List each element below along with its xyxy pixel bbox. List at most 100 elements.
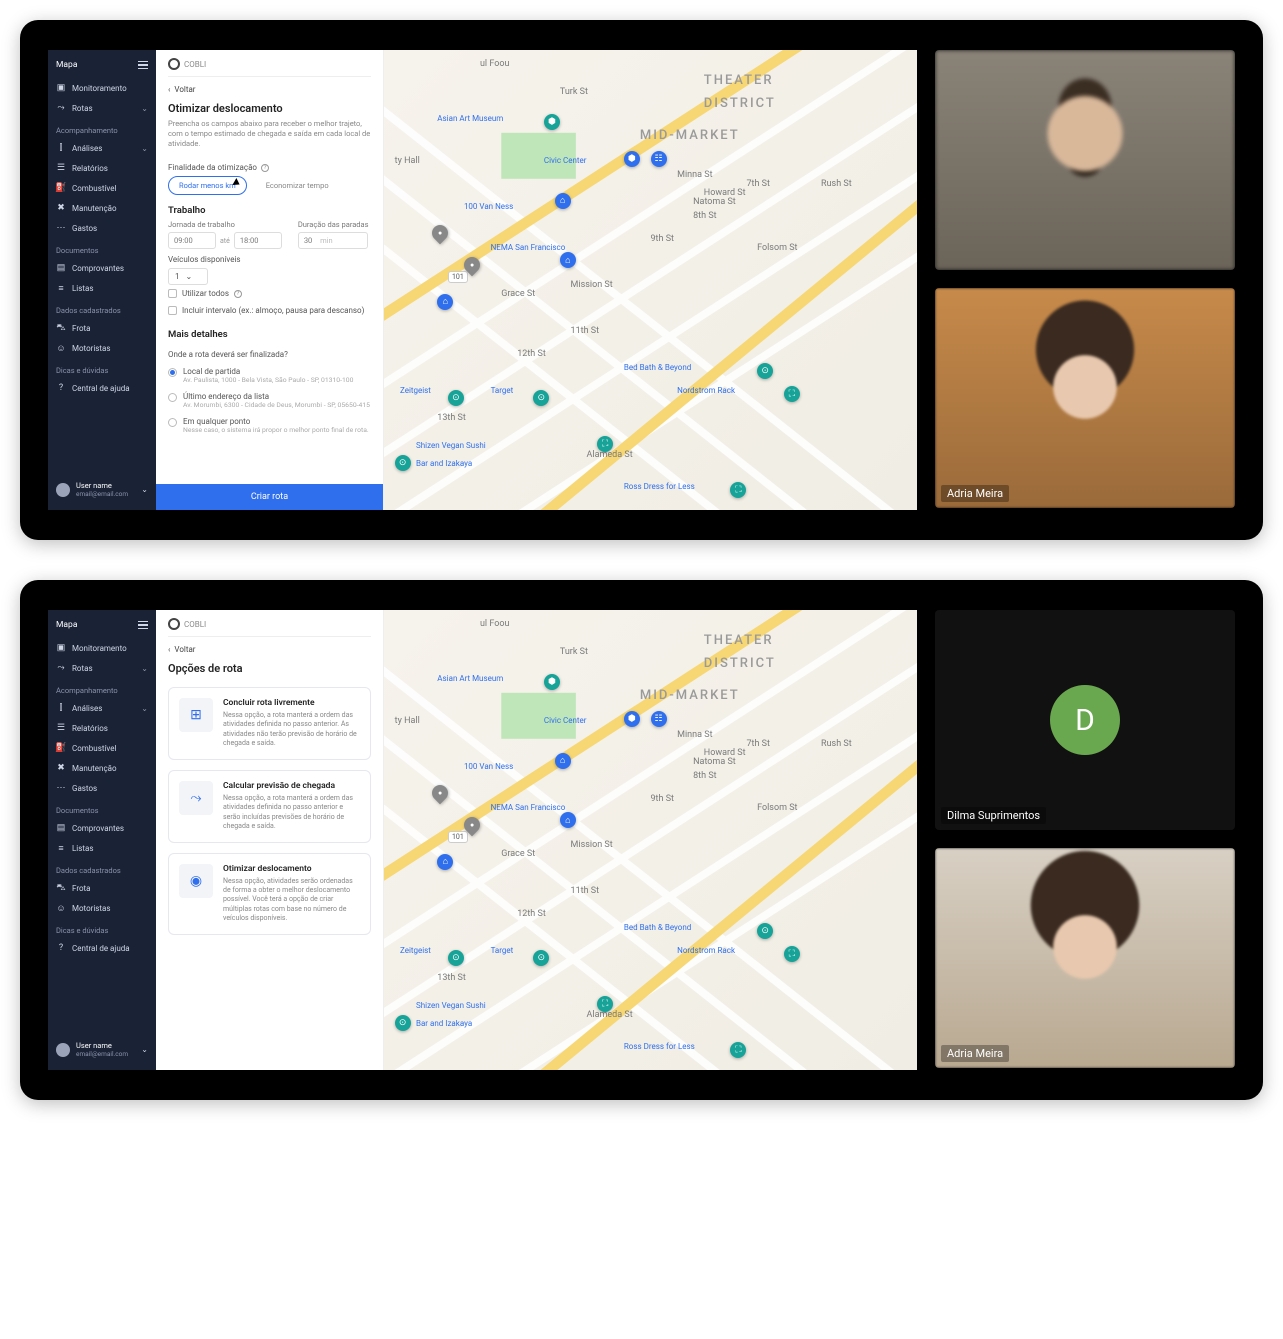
time-to-input[interactable]: 18:00	[234, 232, 282, 249]
map-pane[interactable]: 101 ul FoouTurk StTHEATERDISTRICTAsian A…	[384, 610, 917, 1070]
map-pin[interactable]: ⊙	[757, 923, 773, 939]
participant-video	[935, 848, 1235, 1068]
pill-less-km[interactable]: Rodar menos km	[168, 176, 247, 195]
doc-icon: ▤	[56, 823, 66, 833]
option-card-optimize[interactable]: ◉ Otimizar deslocamentoNessa opção, ativ…	[168, 853, 371, 935]
sidebar-item-rotas[interactable]: ⤳ Rotas ⌄	[48, 98, 156, 118]
app-sidebar: Mapa ▣ Monitoramento ⤳ Rotas ⌄ Acompanha…	[48, 50, 156, 510]
sidebar-item-ajuda[interactable]: ?Central de ajuda	[48, 378, 156, 398]
map-pin[interactable]: ⬢	[624, 711, 640, 727]
panel-description: Preencha os campos abaixo para receber o…	[168, 119, 371, 157]
sidebar-section-header: Dados cadastrados	[48, 858, 156, 878]
sidebar-item-gastos[interactable]: ⋯Gastos	[48, 778, 156, 798]
doc-icon: ▤	[56, 263, 66, 273]
monitor-icon: ▣	[56, 83, 66, 93]
sidebar-header: Mapa	[48, 616, 156, 638]
sidebar-item-monitoramento[interactable]: ▣ Monitoramento	[48, 78, 156, 98]
map-pin[interactable]: ⌂	[437, 294, 453, 310]
map-pin[interactable]: ☷	[651, 151, 667, 167]
radio-ultimo-endereco[interactable]: Último endereço da listaAv. Morumbi, 630…	[168, 388, 371, 413]
sidebar-item-rotas[interactable]: ⤳Rotas⌄	[48, 658, 156, 678]
option-card-free[interactable]: ⊞ Concluir rota livrementeNessa opção, a…	[168, 687, 371, 760]
map-label: Alameda St	[587, 450, 633, 460]
routes-icon: ⤳	[56, 103, 66, 113]
list-icon: ≡	[56, 283, 66, 293]
help-icon[interactable]: ?	[234, 290, 242, 298]
check-include-break[interactable]: Incluir intervalo (ex.: almoço, pausa pa…	[168, 302, 371, 319]
map-pin[interactable]: ⌂	[555, 193, 571, 209]
form-panel-options: COBLI ‹ Voltar Opções de rota ⊞ Concluir…	[156, 610, 384, 1070]
map-pin[interactable]: ⛶	[784, 946, 800, 962]
radio-local-partida[interactable]: Local de partidaAv. Paulista, 1000 - Bel…	[168, 363, 371, 388]
dots-icon: ⋯	[56, 783, 66, 793]
map-label: Ross Dress for Less	[624, 482, 695, 491]
wrench-icon: ✖	[56, 203, 66, 213]
map-label: Ross Dress for Less	[624, 1042, 695, 1051]
form-panel-optimize: COBLI ‹ Voltar Otimizar deslocamento Pre…	[156, 50, 384, 510]
map-label: 7th St	[746, 179, 769, 189]
sidebar-item-gastos[interactable]: ⋯Gastos	[48, 218, 156, 238]
sidebar-item-comprovantes[interactable]: ▤Comprovantes	[48, 258, 156, 278]
map-pin[interactable]: ⊙	[395, 455, 411, 471]
radio-qualquer[interactable]: Em qualquer pontoNesse caso, o sistema i…	[168, 413, 371, 438]
sidebar-item-relatorios[interactable]: ☰Relatórios	[48, 718, 156, 738]
map-label: Folsom St	[757, 243, 797, 253]
sidebar-item-manutencao[interactable]: ✖Manutenção	[48, 198, 156, 218]
map-label: MID-MARKET	[640, 688, 740, 703]
sidebar-user[interactable]: User name email@email.com ⌄	[48, 475, 156, 504]
sidebar-item-combustivel[interactable]: ⛽Combustível	[48, 178, 156, 198]
participant-tile[interactable]	[935, 50, 1235, 270]
sidebar-item-relatorios[interactable]: ☰Relatórios	[48, 158, 156, 178]
sidebar-item-comprovantes[interactable]: ▤Comprovantes	[48, 818, 156, 838]
map-pin[interactable]: ⌂	[437, 854, 453, 870]
help-icon[interactable]: ?	[261, 164, 269, 172]
sidebar-item-analises[interactable]: ⫿Análises⌄	[48, 698, 156, 718]
sidebar-item-manutencao[interactable]: ✖Manutenção	[48, 758, 156, 778]
hamburger-icon[interactable]	[138, 61, 148, 70]
check-all-vehicles[interactable]: Utilizar todos?	[168, 285, 371, 302]
sidebar-user[interactable]: User nameemail@email.com ⌄	[48, 1035, 156, 1064]
sidebar-header: Mapa	[48, 56, 156, 78]
map-pin[interactable]: ⊙	[395, 1015, 411, 1031]
panel-title: Otimizar deslocamento	[168, 98, 371, 119]
purpose-label: Finalidade da otimização?	[168, 157, 371, 176]
car-icon: ⛍	[56, 883, 66, 893]
chevron-down-icon: ⌄	[141, 104, 148, 113]
hamburger-icon[interactable]	[138, 621, 148, 630]
sidebar-item-analises[interactable]: ⫿Análises⌄	[48, 138, 156, 158]
participant-tile[interactable]: Adria Meira	[935, 848, 1235, 1068]
section-more: Mais detalhes	[168, 319, 371, 344]
map-pin[interactable]: ⛶	[784, 386, 800, 402]
option-card-eta[interactable]: ⤳ Calcular previsão de chegadaNessa opçã…	[168, 770, 371, 843]
sidebar-item-monitoramento[interactable]: ▣Monitoramento	[48, 638, 156, 658]
person-icon: ☺	[56, 903, 66, 913]
map-label: 100 Van Ness	[464, 202, 513, 211]
map-pin[interactable]: ⬢	[624, 151, 640, 167]
brand: COBLI	[168, 618, 371, 637]
routes-icon: ⤳	[56, 663, 66, 673]
back-link[interactable]: ‹ Voltar	[168, 77, 371, 98]
sidebar-item-combustivel[interactable]: ⛽Combustível	[48, 738, 156, 758]
sidebar-item-motoristas[interactable]: ☺Motoristas	[48, 898, 156, 918]
map-pane[interactable]: 101 ul FoouTurk StTHEATERDISTRICTAsian A…	[384, 50, 917, 510]
duration-input[interactable]: 30 min	[298, 232, 369, 249]
map-pin[interactable]: ⌂	[555, 753, 571, 769]
sidebar-item-frota[interactable]: ⛍Frota	[48, 878, 156, 898]
user-avatar-icon	[56, 483, 70, 497]
sidebar-item-ajuda[interactable]: ?Central de ajuda	[48, 938, 156, 958]
bars-icon: ⫿	[56, 703, 66, 713]
pill-save-time[interactable]: Economizar tempo	[255, 176, 340, 195]
sidebar-item-frota[interactable]: ⛍Frota	[48, 318, 156, 338]
sidebar-item-motoristas[interactable]: ☺Motoristas	[48, 338, 156, 358]
participant-tile[interactable]: Adria Meira	[935, 288, 1235, 508]
map-pin[interactable]: ⊙	[757, 363, 773, 379]
map-pin[interactable]: ☷	[651, 711, 667, 727]
sidebar-item-listas[interactable]: ≡Listas	[48, 838, 156, 858]
create-route-button[interactable]: Criar rota	[156, 484, 383, 510]
participant-tile[interactable]: D Dilma Suprimentos	[935, 610, 1235, 830]
back-link[interactable]: ‹ Voltar	[168, 637, 371, 658]
map-label: Zeitgeist	[400, 386, 431, 395]
time-from-input[interactable]: 09:00	[168, 232, 216, 249]
sidebar-item-listas[interactable]: ≡Listas	[48, 278, 156, 298]
veiculos-select[interactable]: 1⌄	[168, 268, 208, 285]
